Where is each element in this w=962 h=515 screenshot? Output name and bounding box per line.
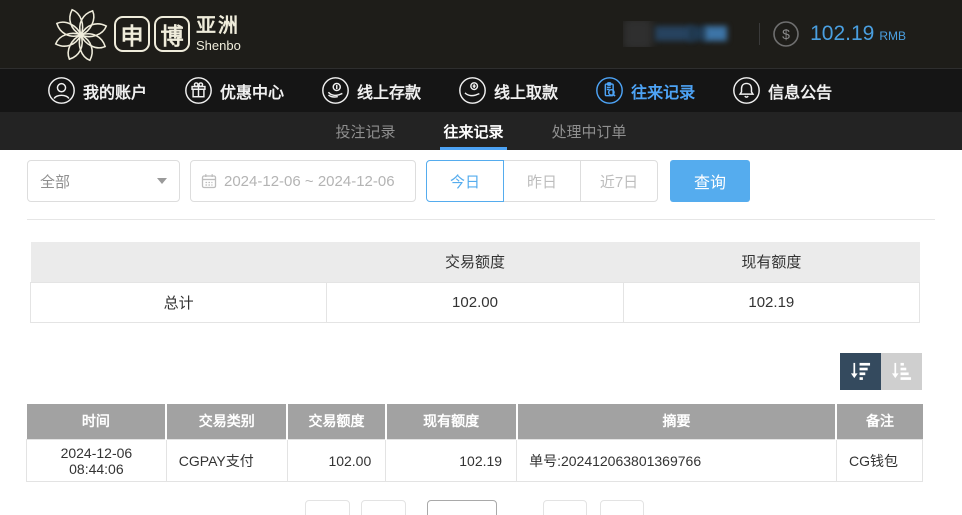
sort-controls — [0, 353, 922, 390]
pagination-page-select[interactable] — [427, 500, 497, 515]
pagination-button-prev[interactable] — [361, 500, 406, 515]
deposit-icon — [322, 77, 349, 104]
records-header-row: 时间 交易类别 交易额度 现有额度 摘要 备注 — [27, 404, 923, 440]
records-header-balance: 现有额度 — [386, 404, 517, 440]
logo-char-bo: 博 — [154, 16, 190, 52]
sort-ascending-icon — [890, 361, 913, 382]
site-logo[interactable]: 申 博 亚洲 Shenbo — [52, 4, 241, 64]
nav-label: 优惠中心 — [220, 79, 284, 103]
logo-region-label: 亚洲 — [196, 16, 241, 36]
nav-item-my-account[interactable]: 我的账户 — [48, 77, 147, 104]
logo-text: 亚洲 Shenbo — [196, 16, 241, 52]
nav-item-records[interactable]: 往来记录 — [596, 77, 695, 104]
summary-header-balance: 现有额度 — [623, 242, 919, 282]
last7days-button[interactable]: 近7日 — [580, 160, 658, 202]
records-header-amount: 交易额度 — [287, 404, 386, 440]
date-range-value: 2024-12-06 ~ 2024-12-06 — [224, 173, 395, 190]
sub-nav: 投注记录 往来记录 处理中订单 — [0, 112, 962, 150]
logo-char-shen: 申 — [114, 16, 150, 52]
pagination — [305, 500, 644, 515]
record-amount: 102.00 — [287, 440, 386, 482]
username-redacted — [623, 21, 741, 47]
tab-betting-records[interactable]: 投注记录 — [332, 112, 398, 150]
nav-label: 信息公告 — [768, 79, 832, 103]
header-divider — [759, 23, 760, 45]
summary-header-row: 交易额度 现有额度 — [31, 242, 920, 282]
logo-subtitle: Shenbo — [196, 39, 241, 52]
date-range-input[interactable]: 2024-12-06 ~ 2024-12-06 — [190, 160, 416, 202]
section-divider — [27, 219, 935, 220]
type-select-value: 全部 — [40, 171, 70, 192]
top-header: 申 博 亚洲 Shenbo $ 102.19 RMB — [0, 0, 962, 68]
record-remark: CG钱包 — [836, 440, 922, 482]
records-header-type: 交易类别 — [166, 404, 287, 440]
records-header-time: 时间 — [27, 404, 167, 440]
logo-characters: 申 博 — [114, 16, 190, 52]
records-table: 时间 交易类别 交易额度 现有额度 摘要 备注 2024-12-06 08:44… — [26, 404, 923, 483]
user-icon — [48, 77, 75, 104]
nav-item-withdraw[interactable]: 线上取款 — [459, 77, 558, 104]
withdraw-icon — [459, 77, 486, 104]
nav-label: 我的账户 — [83, 79, 147, 103]
summary-total-label: 总计 — [31, 282, 327, 322]
search-button[interactable]: 查询 — [670, 160, 750, 202]
summary-total-balance: 102.19 — [623, 282, 919, 322]
nav-item-deposit[interactable]: 线上存款 — [322, 77, 421, 104]
balance-amount: 102.19 — [810, 22, 874, 46]
summary-header-amount: 交易额度 — [327, 242, 623, 282]
nav-item-promotions[interactable]: 优惠中心 — [185, 77, 284, 104]
pagination-button-next[interactable] — [543, 500, 587, 515]
chevron-down-icon — [157, 178, 167, 184]
summary-total-amount: 102.00 — [327, 282, 623, 322]
yesterday-button[interactable]: 昨日 — [503, 160, 581, 202]
records-icon — [596, 77, 623, 104]
sort-descending-button[interactable] — [840, 353, 881, 390]
flower-logo-icon — [52, 6, 110, 64]
sort-ascending-button[interactable] — [881, 353, 922, 390]
records-header-remark: 备注 — [836, 404, 922, 440]
summary-total-row: 总计 102.00 102.19 — [31, 282, 920, 322]
records-header-summary: 摘要 — [517, 404, 837, 440]
balance-currency: RMB — [879, 29, 906, 43]
main-nav: 我的账户 优惠中心 线上存款 线上取款 往来 — [0, 68, 962, 112]
account-balance: 102.19 RMB — [810, 22, 906, 46]
today-button[interactable]: 今日 — [426, 160, 504, 202]
summary-header-empty — [31, 242, 327, 282]
dollar-symbol: $ — [782, 26, 790, 42]
sort-descending-icon — [849, 361, 872, 382]
dollar-coin-icon: $ — [772, 20, 800, 48]
bell-icon — [733, 77, 760, 104]
nav-label: 线上存款 — [357, 79, 421, 103]
filter-row: 全部 2024-12-06 ~ 2024-12-06 今日 昨日 近7日 查询 — [0, 160, 962, 202]
pagination-button-first[interactable] — [305, 500, 350, 515]
gift-icon — [185, 77, 212, 104]
quick-date-group: 今日 昨日 近7日 — [426, 160, 658, 202]
nav-label: 线上取款 — [494, 79, 558, 103]
record-summary: 单号:202412063801369766 — [517, 440, 837, 482]
pagination-button-last[interactable] — [600, 500, 644, 515]
tab-processing-orders[interactable]: 处理中订单 — [549, 112, 630, 150]
nav-item-announcements[interactable]: 信息公告 — [733, 77, 832, 104]
table-row: 2024-12-06 08:44:06 CGPAY支付 102.00 102.1… — [27, 440, 923, 482]
calendar-icon — [201, 173, 217, 189]
tab-transaction-records[interactable]: 往来记录 — [440, 112, 506, 150]
type-select[interactable]: 全部 — [27, 160, 180, 202]
nav-label: 往来记录 — [631, 79, 695, 103]
record-balance: 102.19 — [386, 440, 517, 482]
record-type: CGPAY支付 — [166, 440, 287, 482]
record-time: 2024-12-06 08:44:06 — [27, 440, 167, 482]
summary-table: 交易额度 现有额度 总计 102.00 102.19 — [30, 242, 920, 323]
